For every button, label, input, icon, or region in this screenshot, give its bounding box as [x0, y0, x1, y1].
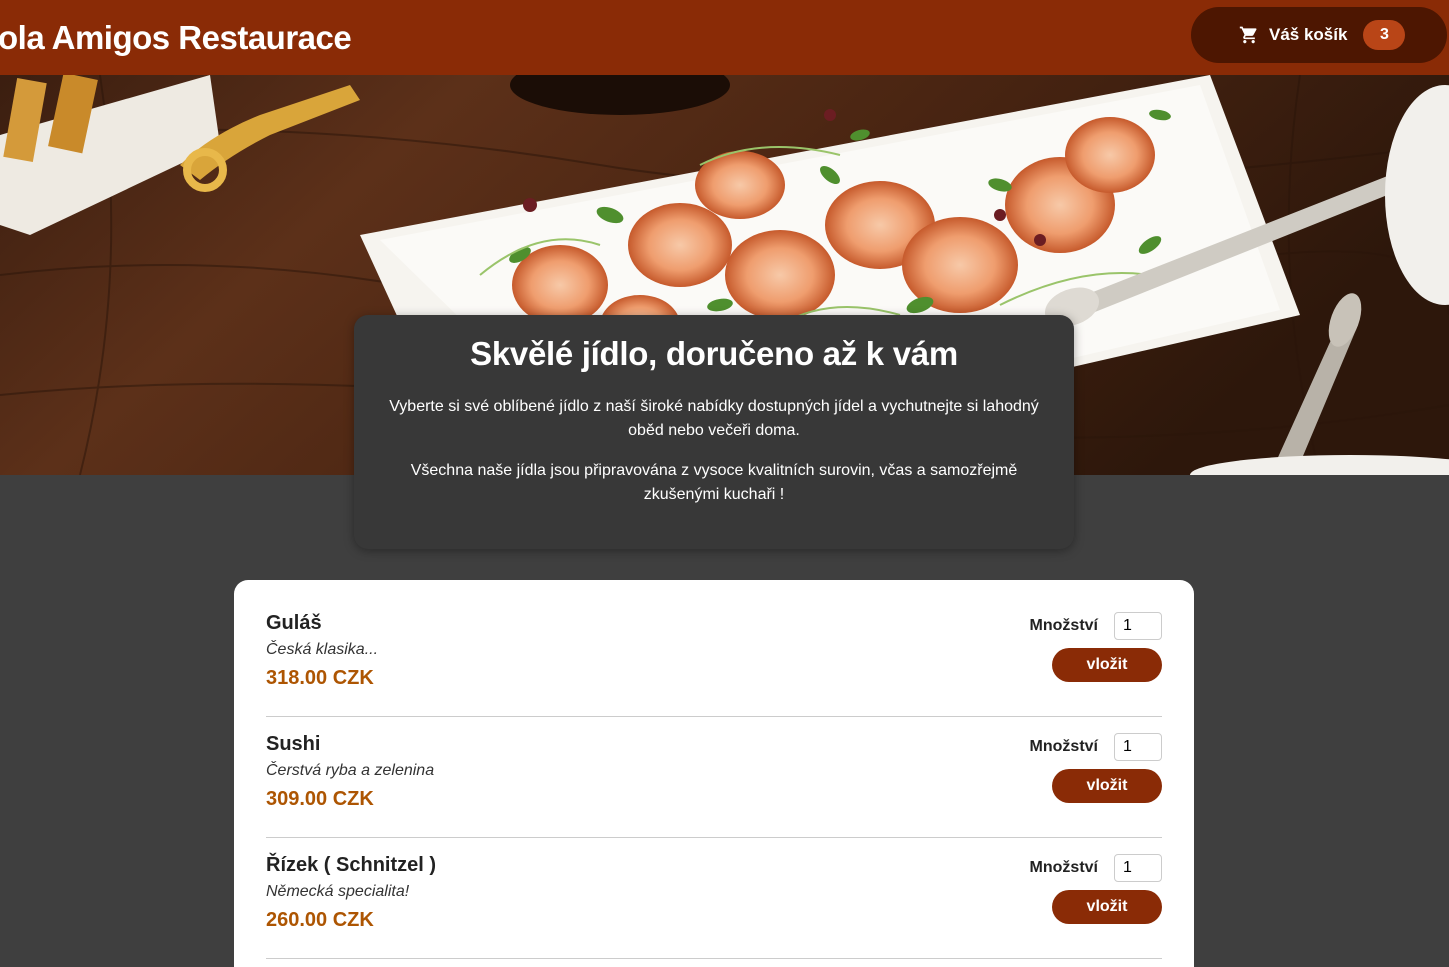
quantity-label: Množství	[1029, 859, 1098, 876]
add-to-cart-button[interactable]: vložit	[1052, 890, 1162, 924]
quantity-row: Množství	[972, 733, 1162, 761]
add-to-cart-button[interactable]: vložit	[1052, 648, 1162, 682]
quantity-input[interactable]	[1114, 733, 1162, 761]
cart-label: Váš košík	[1269, 25, 1348, 44]
quantity-label: Množství	[1029, 617, 1098, 634]
summary-paragraph-2: Všechna naše jídla jsou připravována z v…	[410, 462, 1018, 503]
shopping-cart-icon	[1239, 26, 1257, 44]
meal-item: Řízek ( Schnitzel ) Německá specialita! …	[266, 838, 1162, 959]
meal-item: Guláš Česká klasika... 318.00 CZK Množst…	[266, 596, 1162, 717]
quantity-input[interactable]	[1114, 854, 1162, 882]
site-header: ola Amigos Restaurace Váš košík 3	[0, 0, 1449, 75]
meal-item: Sushi Čerstvá ryba a zelenina 309.00 CZK…	[266, 717, 1162, 838]
site-title: ola Amigos Restaurace	[0, 18, 352, 56]
summary-paragraph-1: Vyberte si své oblíbené jídlo z naší šir…	[389, 398, 1039, 439]
meal-form: Množství vložit	[972, 612, 1162, 682]
cart-count-badge: 3	[1363, 20, 1406, 50]
summary-title: Skvělé jídlo, doručeno až k vám	[470, 335, 958, 372]
quantity-input[interactable]	[1114, 612, 1162, 640]
quantity-label: Množství	[1029, 738, 1098, 755]
meals-list: Guláš Česká klasika... 318.00 CZK Množst…	[234, 580, 1194, 967]
quantity-row: Množství	[972, 612, 1162, 640]
summary-card: Skvělé jídlo, doručeno až k vám Vyberte …	[354, 315, 1074, 549]
quantity-row: Množství	[972, 854, 1162, 882]
cart-button[interactable]: Váš košík 3	[1191, 7, 1447, 63]
meal-form: Množství vložit	[972, 854, 1162, 924]
meal-form: Množství vložit	[972, 733, 1162, 803]
add-to-cart-button[interactable]: vložit	[1052, 769, 1162, 803]
